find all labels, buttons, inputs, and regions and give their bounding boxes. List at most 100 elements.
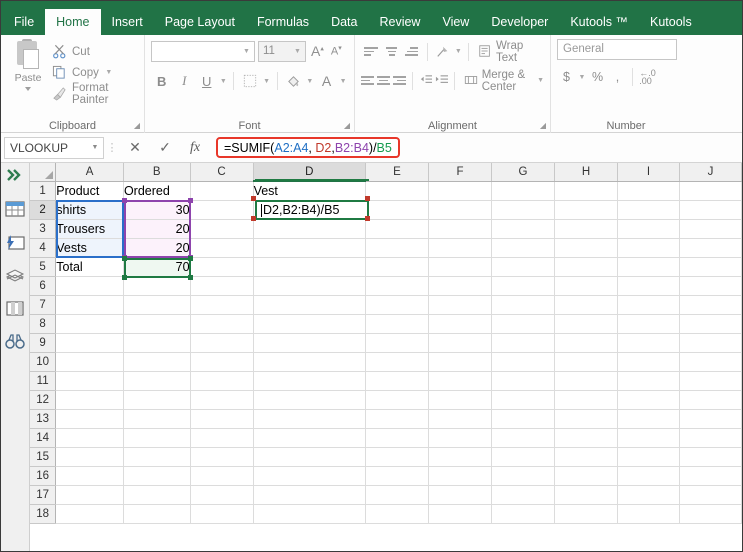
cell-J18[interactable] (679, 504, 742, 524)
cell-H16[interactable] (554, 466, 619, 486)
cell-D9[interactable] (253, 333, 366, 353)
cell-B9[interactable] (123, 333, 191, 353)
cell-B18[interactable] (123, 504, 191, 524)
cell-A11[interactable] (55, 371, 124, 391)
row-header-18[interactable]: 18 (30, 504, 57, 524)
cell-C6[interactable] (190, 276, 254, 296)
row-header-12[interactable]: 12 (30, 390, 57, 410)
cell-C13[interactable] (190, 409, 254, 429)
cell-G17[interactable] (491, 485, 555, 505)
column-header-b[interactable]: B (123, 163, 191, 182)
cell-F11[interactable] (428, 371, 492, 391)
cell-B12[interactable] (123, 390, 191, 410)
cell-E6[interactable] (365, 276, 429, 296)
row-header-10[interactable]: 10 (30, 352, 57, 372)
cell-J17[interactable] (679, 485, 742, 505)
column-header-e[interactable]: E (365, 163, 429, 182)
cell-D5[interactable] (253, 257, 366, 277)
cell-E14[interactable] (365, 428, 429, 448)
cell-C7[interactable] (190, 295, 254, 315)
cell-A1[interactable]: Product (55, 181, 124, 201)
cell-B14[interactable] (123, 428, 191, 448)
cell-G8[interactable] (491, 314, 555, 334)
cell-D17[interactable] (253, 485, 366, 505)
fill-color-button[interactable] (283, 71, 305, 92)
cell-G10[interactable] (491, 352, 555, 372)
cell-B5[interactable]: 70 (123, 257, 191, 277)
cell-A12[interactable] (55, 390, 124, 410)
cell-E10[interactable] (365, 352, 429, 372)
cell-F8[interactable] (428, 314, 492, 334)
cell-C1[interactable] (190, 181, 254, 201)
cell-H17[interactable] (554, 485, 619, 505)
cell-E1[interactable] (365, 181, 429, 201)
insert-function-button[interactable]: fx (180, 137, 210, 159)
tab-data[interactable]: Data (320, 9, 368, 35)
cell-I6[interactable] (617, 276, 680, 296)
increase-font-size-button[interactable]: A▴ (309, 43, 326, 59)
cell-F15[interactable] (428, 447, 492, 467)
cell-B10[interactable] (123, 352, 191, 372)
row-header-4[interactable]: 4 (30, 238, 57, 258)
tab-developer[interactable]: Developer (480, 9, 559, 35)
grid-range-icon[interactable] (4, 299, 26, 319)
cell-E3[interactable] (365, 219, 429, 239)
tab-file[interactable]: File (3, 9, 45, 35)
cell-B11[interactable] (123, 371, 191, 391)
cell-H9[interactable] (554, 333, 619, 353)
cell-I16[interactable] (617, 466, 680, 486)
cell-G16[interactable] (491, 466, 555, 486)
cell-D8[interactable] (253, 314, 366, 334)
name-box[interactable]: VLOOKUP ▼ (4, 136, 104, 159)
cell-E16[interactable] (365, 466, 429, 486)
cell-F3[interactable] (428, 219, 492, 239)
cut-button[interactable]: Cut (49, 41, 138, 62)
cell-G14[interactable] (491, 428, 555, 448)
cell-D14[interactable] (253, 428, 366, 448)
cell-H13[interactable] (554, 409, 619, 429)
cell-G18[interactable] (491, 504, 555, 524)
cell-H11[interactable] (554, 371, 619, 391)
cell-A3[interactable]: Trousers (55, 219, 124, 239)
cell-D6[interactable] (253, 276, 366, 296)
cell-B17[interactable] (123, 485, 191, 505)
column-header-h[interactable]: H (554, 163, 619, 182)
cell-J4[interactable] (679, 238, 742, 258)
cell-J13[interactable] (679, 409, 742, 429)
cell-F10[interactable] (428, 352, 492, 372)
cell-D18[interactable] (253, 504, 366, 524)
cell-B16[interactable] (123, 466, 191, 486)
binoculars-icon[interactable] (4, 332, 26, 352)
cell-D1[interactable]: Vest (253, 181, 366, 201)
cell-H6[interactable] (554, 276, 619, 296)
cell-B2[interactable]: 30 (123, 200, 191, 220)
align-right-button[interactable] (392, 70, 408, 91)
cell-E7[interactable] (365, 295, 429, 315)
cell-A2[interactable]: shirts (55, 200, 124, 220)
currency-chevron-down-icon[interactable]: ▼ (577, 74, 587, 81)
cell-I4[interactable] (617, 238, 680, 258)
cell-A15[interactable] (55, 447, 124, 467)
cell-E2[interactable] (365, 200, 429, 220)
cell-J5[interactable] (679, 257, 742, 277)
cell-J10[interactable] (679, 352, 742, 372)
spreadsheet-grid[interactable]: A B C D E F G H I J 1 Product Ordered Ve (30, 163, 742, 551)
cell-A10[interactable] (55, 352, 124, 372)
cell-C18[interactable] (190, 504, 254, 524)
cell-G4[interactable] (491, 238, 555, 258)
cell-F2[interactable] (428, 200, 492, 220)
cell-H12[interactable] (554, 390, 619, 410)
cell-G6[interactable] (491, 276, 555, 296)
cell-G13[interactable] (491, 409, 555, 429)
cell-C17[interactable] (190, 485, 254, 505)
lightning-window-icon[interactable] (4, 233, 26, 253)
cell-F16[interactable] (428, 466, 492, 486)
tab-home[interactable]: Home (45, 9, 101, 35)
cell-J3[interactable] (679, 219, 742, 239)
cell-D4[interactable] (253, 238, 366, 258)
percent-button[interactable]: % (588, 67, 607, 87)
row-header-17[interactable]: 17 (30, 485, 57, 505)
number-format-select[interactable]: General (557, 39, 677, 60)
font-color-button[interactable]: A (316, 71, 338, 92)
cell-J11[interactable] (679, 371, 742, 391)
